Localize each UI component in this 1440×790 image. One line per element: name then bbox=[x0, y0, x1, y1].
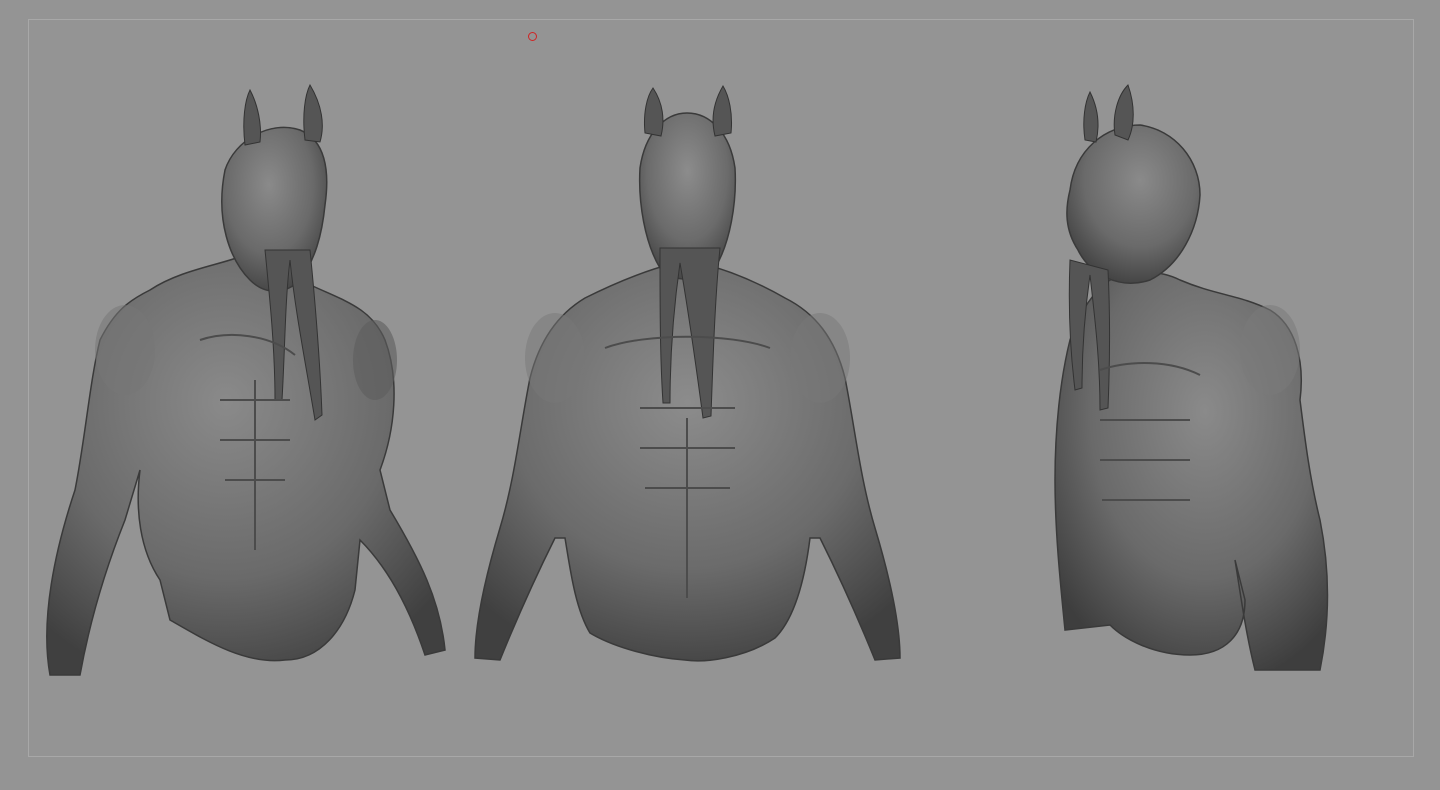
sculpt-model-front[interactable] bbox=[465, 78, 910, 678]
brush-cursor-icon bbox=[528, 32, 537, 41]
sculpt-model-side[interactable] bbox=[1040, 80, 1340, 680]
sculpt-viewport[interactable] bbox=[0, 0, 1440, 790]
sculpt-model-three-quarter[interactable] bbox=[30, 80, 460, 690]
